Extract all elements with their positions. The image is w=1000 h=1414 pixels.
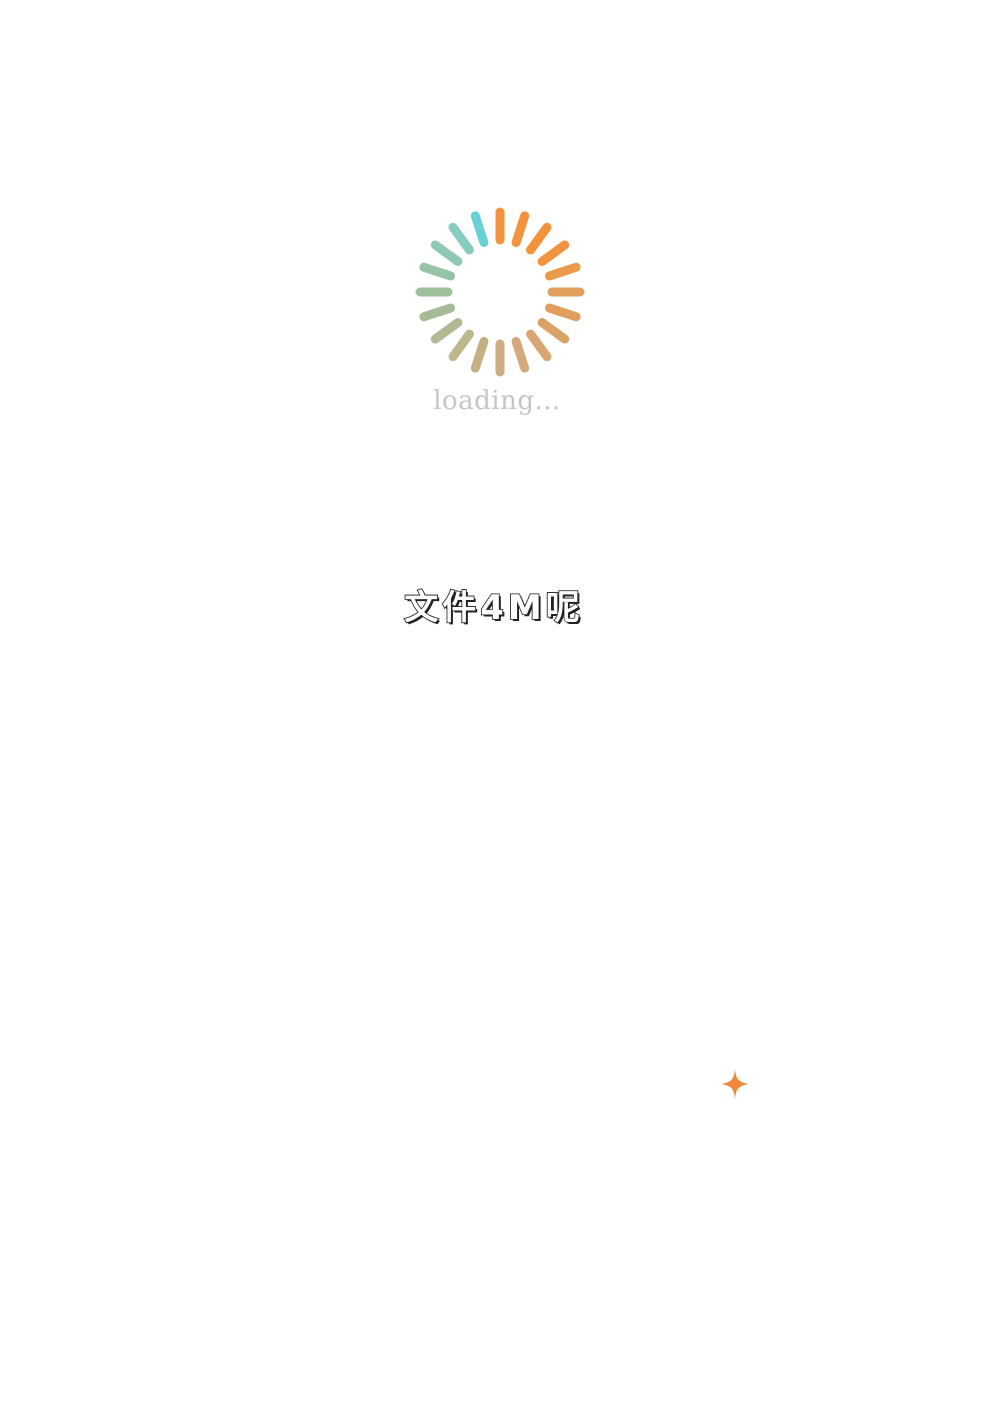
loading-label: loading...: [433, 386, 561, 416]
file-size-caption: 文件4M呢: [403, 587, 584, 629]
spinner-spoke: [537, 318, 570, 344]
spinner-spoke: [470, 336, 489, 373]
spinner-spoke: [448, 222, 474, 255]
spinner-spoke: [448, 329, 474, 362]
spinner-spoke: [430, 318, 463, 344]
spinner-spoke: [526, 329, 552, 362]
sparkle-icon: [721, 1069, 749, 1099]
loading-spinner: [415, 207, 585, 377]
spinner-spoke: [419, 303, 456, 322]
spinner-spoke: [537, 240, 570, 266]
spinner-spoke: [544, 303, 581, 322]
spinner-spoke: [511, 336, 530, 373]
spinner-spoke: [544, 262, 581, 281]
spinner-spoke: [430, 240, 463, 266]
loading-page: loading... 文件4M呢: [0, 0, 1000, 1414]
spinner-spoke: [511, 211, 530, 248]
spinner-spoke: [419, 262, 456, 281]
spinner-spoke: [470, 211, 489, 248]
spinner-spoke: [526, 222, 552, 255]
